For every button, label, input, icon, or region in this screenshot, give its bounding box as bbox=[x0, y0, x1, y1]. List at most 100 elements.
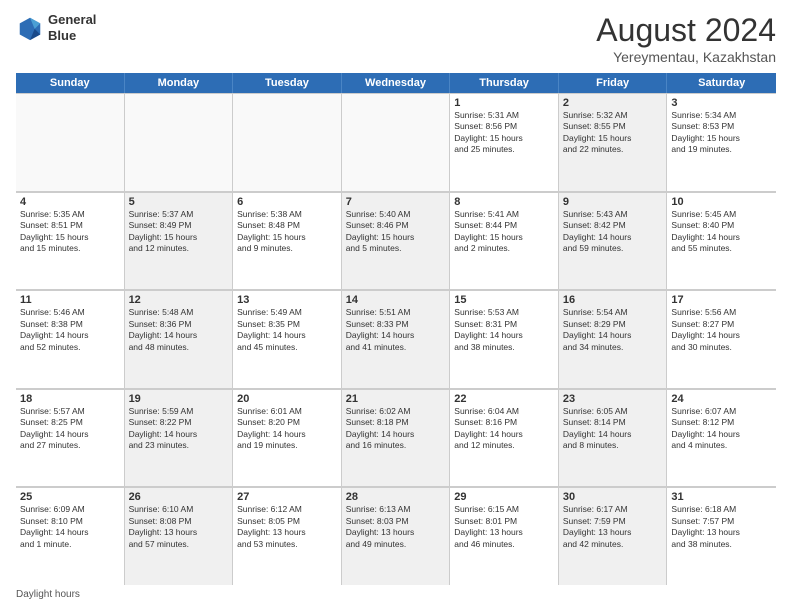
day-number: 14 bbox=[346, 294, 446, 306]
cell-info: Sunrise: 5:49 AM Sunset: 8:35 PM Dayligh… bbox=[237, 307, 337, 353]
calendar-body: 1Sunrise: 5:31 AM Sunset: 8:56 PM Daylig… bbox=[16, 93, 776, 585]
header: General Blue August 2024 Yereymentau, Ka… bbox=[16, 12, 776, 65]
weekday-header: Friday bbox=[559, 73, 668, 93]
calendar-cell: 29Sunrise: 6:15 AM Sunset: 8:01 PM Dayli… bbox=[450, 487, 559, 585]
day-number: 17 bbox=[671, 294, 772, 306]
day-number: 16 bbox=[563, 294, 663, 306]
calendar-cell: 15Sunrise: 5:53 AM Sunset: 8:31 PM Dayli… bbox=[450, 290, 559, 388]
day-number: 13 bbox=[237, 294, 337, 306]
calendar-cell: 9Sunrise: 5:43 AM Sunset: 8:42 PM Daylig… bbox=[559, 192, 668, 290]
cell-info: Sunrise: 5:34 AM Sunset: 8:53 PM Dayligh… bbox=[671, 110, 772, 156]
day-number: 24 bbox=[671, 393, 772, 405]
calendar-cell: 24Sunrise: 6:07 AM Sunset: 8:12 PM Dayli… bbox=[667, 389, 776, 487]
calendar-cell: 1Sunrise: 5:31 AM Sunset: 8:56 PM Daylig… bbox=[450, 93, 559, 191]
calendar-cell: 19Sunrise: 5:59 AM Sunset: 8:22 PM Dayli… bbox=[125, 389, 234, 487]
calendar-cell: 12Sunrise: 5:48 AM Sunset: 8:36 PM Dayli… bbox=[125, 290, 234, 388]
calendar-cell: 17Sunrise: 5:56 AM Sunset: 8:27 PM Dayli… bbox=[667, 290, 776, 388]
day-number: 8 bbox=[454, 196, 554, 208]
day-number: 2 bbox=[563, 97, 663, 109]
calendar-cell: 11Sunrise: 5:46 AM Sunset: 8:38 PM Dayli… bbox=[16, 290, 125, 388]
calendar: SundayMondayTuesdayWednesdayThursdayFrid… bbox=[16, 73, 776, 585]
day-number: 19 bbox=[129, 393, 229, 405]
calendar-cell: 7Sunrise: 5:40 AM Sunset: 8:46 PM Daylig… bbox=[342, 192, 451, 290]
calendar-header: SundayMondayTuesdayWednesdayThursdayFrid… bbox=[16, 73, 776, 93]
cell-info: Sunrise: 5:51 AM Sunset: 8:33 PM Dayligh… bbox=[346, 307, 446, 353]
cell-info: Sunrise: 5:53 AM Sunset: 8:31 PM Dayligh… bbox=[454, 307, 554, 353]
calendar-week-row: 4Sunrise: 5:35 AM Sunset: 8:51 PM Daylig… bbox=[16, 192, 776, 291]
cell-info: Sunrise: 6:15 AM Sunset: 8:01 PM Dayligh… bbox=[454, 504, 554, 550]
weekday-header: Thursday bbox=[450, 73, 559, 93]
day-number: 28 bbox=[346, 491, 446, 503]
title-block: August 2024 Yereymentau, Kazakhstan bbox=[596, 12, 776, 65]
cell-info: Sunrise: 5:41 AM Sunset: 8:44 PM Dayligh… bbox=[454, 209, 554, 255]
weekday-header: Tuesday bbox=[233, 73, 342, 93]
calendar-week-row: 11Sunrise: 5:46 AM Sunset: 8:38 PM Dayli… bbox=[16, 290, 776, 389]
cell-info: Sunrise: 5:48 AM Sunset: 8:36 PM Dayligh… bbox=[129, 307, 229, 353]
cell-info: Sunrise: 6:01 AM Sunset: 8:20 PM Dayligh… bbox=[237, 406, 337, 452]
logo: General Blue bbox=[16, 12, 96, 43]
calendar-cell: 6Sunrise: 5:38 AM Sunset: 8:48 PM Daylig… bbox=[233, 192, 342, 290]
cell-info: Sunrise: 5:38 AM Sunset: 8:48 PM Dayligh… bbox=[237, 209, 337, 255]
calendar-week-row: 18Sunrise: 5:57 AM Sunset: 8:25 PM Dayli… bbox=[16, 389, 776, 488]
cell-info: Sunrise: 5:57 AM Sunset: 8:25 PM Dayligh… bbox=[20, 406, 120, 452]
calendar-cell bbox=[125, 93, 234, 191]
day-number: 6 bbox=[237, 196, 337, 208]
cell-info: Sunrise: 6:13 AM Sunset: 8:03 PM Dayligh… bbox=[346, 504, 446, 550]
cell-info: Sunrise: 6:18 AM Sunset: 7:57 PM Dayligh… bbox=[671, 504, 772, 550]
day-number: 7 bbox=[346, 196, 446, 208]
calendar-cell: 28Sunrise: 6:13 AM Sunset: 8:03 PM Dayli… bbox=[342, 487, 451, 585]
month-title: August 2024 bbox=[596, 12, 776, 49]
calendar-cell: 8Sunrise: 5:41 AM Sunset: 8:44 PM Daylig… bbox=[450, 192, 559, 290]
cell-info: Sunrise: 5:32 AM Sunset: 8:55 PM Dayligh… bbox=[563, 110, 663, 156]
day-number: 4 bbox=[20, 196, 120, 208]
cell-info: Sunrise: 5:59 AM Sunset: 8:22 PM Dayligh… bbox=[129, 406, 229, 452]
cell-info: Sunrise: 6:10 AM Sunset: 8:08 PM Dayligh… bbox=[129, 504, 229, 550]
calendar-cell: 26Sunrise: 6:10 AM Sunset: 8:08 PM Dayli… bbox=[125, 487, 234, 585]
calendar-cell: 18Sunrise: 5:57 AM Sunset: 8:25 PM Dayli… bbox=[16, 389, 125, 487]
location: Yereymentau, Kazakhstan bbox=[596, 49, 776, 65]
calendar-cell bbox=[233, 93, 342, 191]
page: General Blue August 2024 Yereymentau, Ka… bbox=[0, 0, 792, 612]
calendar-cell: 30Sunrise: 6:17 AM Sunset: 7:59 PM Dayli… bbox=[559, 487, 668, 585]
weekday-header: Monday bbox=[125, 73, 234, 93]
calendar-cell: 20Sunrise: 6:01 AM Sunset: 8:20 PM Dayli… bbox=[233, 389, 342, 487]
calendar-week-row: 25Sunrise: 6:09 AM Sunset: 8:10 PM Dayli… bbox=[16, 487, 776, 585]
footer: Daylight hours bbox=[16, 589, 776, 600]
calendar-cell: 10Sunrise: 5:45 AM Sunset: 8:40 PM Dayli… bbox=[667, 192, 776, 290]
day-number: 25 bbox=[20, 491, 120, 503]
calendar-cell: 23Sunrise: 6:05 AM Sunset: 8:14 PM Dayli… bbox=[559, 389, 668, 487]
calendar-cell: 21Sunrise: 6:02 AM Sunset: 8:18 PM Dayli… bbox=[342, 389, 451, 487]
calendar-cell: 14Sunrise: 5:51 AM Sunset: 8:33 PM Dayli… bbox=[342, 290, 451, 388]
logo-icon bbox=[16, 14, 44, 42]
calendar-week-row: 1Sunrise: 5:31 AM Sunset: 8:56 PM Daylig… bbox=[16, 93, 776, 192]
day-number: 18 bbox=[20, 393, 120, 405]
cell-info: Sunrise: 6:05 AM Sunset: 8:14 PM Dayligh… bbox=[563, 406, 663, 452]
calendar-cell bbox=[342, 93, 451, 191]
calendar-cell: 27Sunrise: 6:12 AM Sunset: 8:05 PM Dayli… bbox=[233, 487, 342, 585]
calendar-cell: 22Sunrise: 6:04 AM Sunset: 8:16 PM Dayli… bbox=[450, 389, 559, 487]
day-number: 10 bbox=[671, 196, 772, 208]
calendar-cell: 25Sunrise: 6:09 AM Sunset: 8:10 PM Dayli… bbox=[16, 487, 125, 585]
calendar-cell: 3Sunrise: 5:34 AM Sunset: 8:53 PM Daylig… bbox=[667, 93, 776, 191]
cell-info: Sunrise: 6:02 AM Sunset: 8:18 PM Dayligh… bbox=[346, 406, 446, 452]
day-number: 22 bbox=[454, 393, 554, 405]
day-number: 31 bbox=[671, 491, 772, 503]
cell-info: Sunrise: 5:54 AM Sunset: 8:29 PM Dayligh… bbox=[563, 307, 663, 353]
day-number: 9 bbox=[563, 196, 663, 208]
calendar-cell: 2Sunrise: 5:32 AM Sunset: 8:55 PM Daylig… bbox=[559, 93, 668, 191]
day-number: 11 bbox=[20, 294, 120, 306]
day-number: 20 bbox=[237, 393, 337, 405]
weekday-header: Saturday bbox=[667, 73, 776, 93]
day-number: 1 bbox=[454, 97, 554, 109]
day-number: 12 bbox=[129, 294, 229, 306]
calendar-cell: 5Sunrise: 5:37 AM Sunset: 8:49 PM Daylig… bbox=[125, 192, 234, 290]
cell-info: Sunrise: 5:37 AM Sunset: 8:49 PM Dayligh… bbox=[129, 209, 229, 255]
calendar-cell: 31Sunrise: 6:18 AM Sunset: 7:57 PM Dayli… bbox=[667, 487, 776, 585]
logo-text: General Blue bbox=[48, 12, 96, 43]
calendar-cell: 4Sunrise: 5:35 AM Sunset: 8:51 PM Daylig… bbox=[16, 192, 125, 290]
cell-info: Sunrise: 6:12 AM Sunset: 8:05 PM Dayligh… bbox=[237, 504, 337, 550]
day-number: 29 bbox=[454, 491, 554, 503]
cell-info: Sunrise: 6:17 AM Sunset: 7:59 PM Dayligh… bbox=[563, 504, 663, 550]
cell-info: Sunrise: 5:35 AM Sunset: 8:51 PM Dayligh… bbox=[20, 209, 120, 255]
cell-info: Sunrise: 6:04 AM Sunset: 8:16 PM Dayligh… bbox=[454, 406, 554, 452]
